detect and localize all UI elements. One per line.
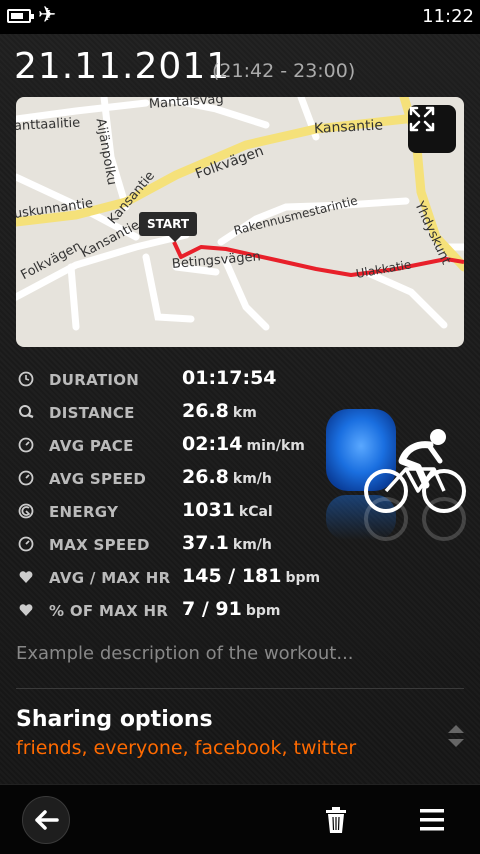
stat-value: 37.1 km/h [182, 532, 272, 554]
stat-label: MAX SPEED [49, 536, 150, 554]
sharing-options-value[interactable]: friends, everyone, facebook, twitter [16, 737, 356, 759]
stat-unit: bpm [245, 603, 281, 619]
stat-max-speed: MAX SPEED 37.1 km/h [16, 531, 316, 564]
menu-button[interactable] [418, 807, 446, 833]
heart-icon [18, 602, 34, 618]
stat-label: DURATION [49, 371, 140, 389]
battery-icon [7, 9, 34, 23]
stat-unit: km [232, 405, 257, 421]
status-bar: ✈ 11:22 [0, 0, 480, 34]
workout-date: 21.11.2011 [14, 46, 231, 87]
stat-duration: DURATION 01:17:54 [16, 366, 316, 399]
delete-button[interactable] [322, 805, 350, 835]
stat-energy: ENERGY 1031 kCal [16, 498, 316, 531]
fullscreen-icon [409, 106, 435, 132]
cycling-sport-icon [322, 405, 472, 550]
route-start-badge: START [139, 212, 198, 242]
stat-label: % OF MAX HR [49, 602, 169, 620]
bottom-toolbar [0, 784, 480, 854]
stat-value: 26.8 km [182, 400, 257, 422]
energy-icon [18, 503, 34, 519]
map-expand-button[interactable] [408, 105, 456, 153]
stat-value: 02:14 min/km [182, 433, 305, 455]
workout-time-range: (21:42 - 23:00) [212, 60, 356, 82]
menu-icon [420, 809, 444, 831]
stat-unit: km/h [232, 537, 272, 553]
stat-unit: bpm [285, 570, 321, 586]
stat-percent-max-hr: % OF MAX HR 7 / 91 bpm [16, 597, 316, 630]
stat-label: AVG SPEED [49, 470, 147, 488]
stat-value: 01:17:54 [182, 367, 277, 389]
stat-unit: kCal [238, 504, 273, 520]
stat-value: 7 / 91 bpm [182, 598, 281, 620]
sharing-options-title[interactable]: Sharing options [16, 707, 213, 732]
workout-description[interactable]: Example description of the workout... [16, 643, 354, 664]
back-arrow-icon [35, 810, 59, 830]
gauge-icon [18, 536, 34, 552]
stat-avg-pace: AVG PACE 02:14 min/km [16, 432, 316, 465]
clock-icon [18, 371, 34, 387]
gauge-icon [18, 437, 34, 453]
trash-icon [326, 807, 346, 833]
stat-value: 1031 kCal [182, 499, 273, 521]
stat-unit: km/h [232, 471, 272, 487]
workout-stats: DURATION 01:17:54 DISTANCE 26.8 km AVG PA… [16, 366, 320, 630]
heart-icon [18, 569, 34, 585]
back-button[interactable] [22, 796, 70, 844]
distance-icon [18, 404, 34, 420]
stat-distance: DISTANCE 26.8 km [16, 399, 316, 432]
stat-label: DISTANCE [49, 404, 135, 422]
stat-avg-speed: AVG SPEED 26.8 km/h [16, 465, 316, 498]
divider [16, 688, 464, 689]
gauge-icon [18, 470, 34, 486]
stat-value: 26.8 km/h [182, 466, 272, 488]
stat-unit: min/km [246, 438, 305, 454]
stat-label: AVG PACE [49, 437, 134, 455]
route-map[interactable]: Mantalsväg Aijänpolku Kansantie anttaali… [16, 97, 464, 347]
sharing-chooser-icon[interactable] [445, 722, 467, 750]
status-time: 11:22 [422, 6, 474, 27]
stat-avg-max-hr: AVG / MAX HR 145 / 181 bpm [16, 564, 320, 597]
airplane-mode-icon: ✈ [38, 3, 57, 28]
stat-value: 145 / 181 bpm [182, 565, 321, 587]
stat-label: ENERGY [49, 503, 119, 521]
stat-label: AVG / MAX HR [49, 569, 171, 587]
